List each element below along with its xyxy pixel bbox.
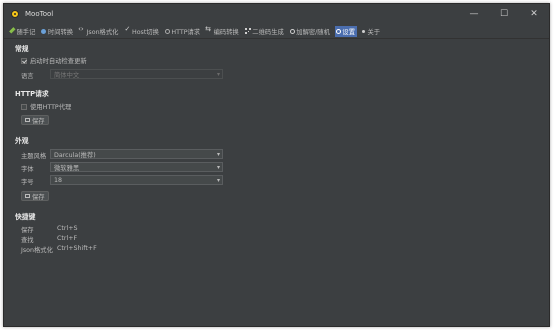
tab-label: 设置 [342,28,355,36]
font-size-label: 字号 [21,179,34,186]
title-bar[interactable]: MooTool — ☐ ✕ [4,4,549,24]
appearance-save-button[interactable]: 保存 [21,191,49,201]
shortcut-name: Json格式化 [21,247,53,254]
tab-label: 随手记 [16,28,36,36]
section-title-http: HTTP请求 [15,90,49,98]
checkbox-box[interactable] [21,57,27,64]
tab-label: HTTP请求 [171,28,201,36]
checkbox-label: 使用HTTP代理 [30,104,72,111]
font-size-select[interactable]: 18 ▾ [50,175,223,185]
checkbox-label: 启动时自动检查更新 [30,58,87,65]
shortcut-name: 查找 [21,237,34,244]
minimize-button[interactable]: — [459,4,489,24]
window-controls: — ☐ ✕ [459,4,549,24]
app-logo-icon [11,10,19,18]
shortcut-key: Ctrl+S [57,225,78,232]
main-toolbar: 随手记 时间转换 Json格式化 Host切换 HTTP请求 编码转换 二维码生… [4,24,549,39]
theme-select[interactable]: Darcula(推荐) ▾ [50,149,223,159]
theme-value: Darcula(推荐) [54,151,96,159]
chevron-down-icon: ▾ [216,71,220,78]
tab-label: Host切换 [131,28,159,36]
http-save-button[interactable]: 保存 [21,115,49,125]
braces-icon [78,25,85,34]
tab-encode-convert[interactable]: 编码转换 [205,25,241,37]
font-select[interactable]: 微软雅黑 ▾ [50,162,223,172]
tab-label: Json格式化 [86,28,119,36]
window-title: MooTool [25,10,54,18]
tab-label: 关于 [367,28,381,36]
tab-label: 时间转换 [47,28,74,36]
chevron-down-icon: ▾ [216,164,220,171]
tab-label: 加解密/随机 [296,28,330,36]
button-label: 保存 [32,117,45,125]
section-title-appearance: 外观 [15,137,29,145]
app-window: MooTool — ☐ ✕ 随手记 时间转换 Json格式化 Host切换 HT… [3,3,550,327]
http-proxy-checkbox[interactable]: 使用HTTP代理 [21,102,71,111]
clock-icon [41,28,47,34]
tab-http-request[interactable]: HTTP请求 [164,26,202,37]
lock-icon [289,28,295,34]
network-icon [164,28,170,34]
tab-settings[interactable]: 设置 [334,25,357,37]
font-label: 字体 [21,166,34,173]
section-title-general: 常规 [15,45,29,53]
tab-time-convert[interactable]: 时间转换 [40,26,75,37]
save-icon [25,194,30,198]
chevron-down-icon: ▾ [216,177,220,184]
info-icon [361,29,365,33]
tab-json-format[interactable]: Json格式化 [78,25,120,37]
section-title-shortcuts: 快捷键 [15,213,36,221]
settings-panel: 常规 启动时自动检查更新 语言 简体中文 ▾ HTTP请求 使用HTTP代理 保… [4,39,549,326]
tab-host-switch[interactable]: Host切换 [123,25,160,37]
save-icon [25,118,30,122]
shortcut-key: Ctrl+F [57,235,78,242]
settings-icon [335,28,341,34]
shortcut-key: Ctrl+Shift+F [57,245,97,252]
maximize-button[interactable]: ☐ [489,4,519,24]
tab-notes[interactable]: 随手记 [8,26,37,37]
checkbox-box[interactable] [21,103,27,110]
tab-crypto-random[interactable]: 加解密/随机 [289,26,332,37]
language-select[interactable]: 简体中文 ▾ [50,69,223,79]
language-value: 简体中文 [54,71,80,79]
tab-about[interactable]: 关于 [360,26,382,37]
tab-label: 二维码生成 [252,28,284,36]
check-icon [124,25,130,34]
swap-icon [205,25,212,34]
auto-update-checkbox[interactable]: 启动时自动检查更新 [21,56,87,65]
close-button[interactable]: ✕ [519,4,549,24]
button-label: 保存 [32,193,45,201]
qr-icon [244,28,251,34]
tab-label: 编码转换 [213,28,239,36]
font-size-value: 18 [54,176,63,184]
font-value: 微软雅黑 [54,164,80,172]
theme-label: 主题风格 [21,153,47,160]
language-label: 语言 [21,73,34,80]
tab-qrcode[interactable]: 二维码生成 [244,26,286,37]
shortcut-name: 保存 [21,227,34,234]
chevron-down-icon: ▾ [216,151,220,158]
pen-icon [8,26,16,34]
